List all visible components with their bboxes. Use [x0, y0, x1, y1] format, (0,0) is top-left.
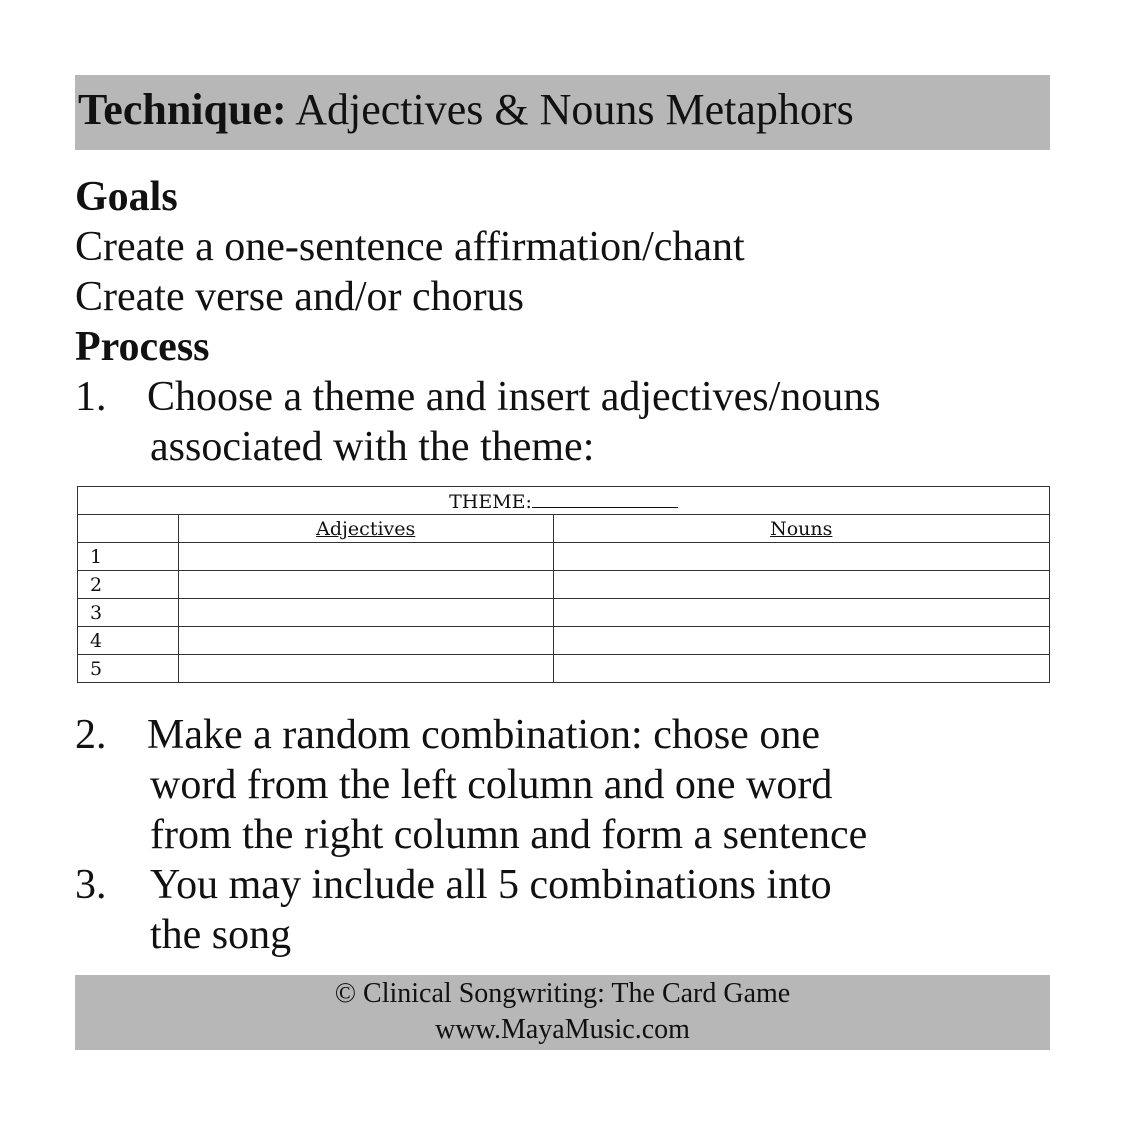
adjective-cell[interactable] — [177, 542, 554, 571]
adjective-cell[interactable] — [177, 598, 554, 627]
adjective-cell[interactable] — [177, 654, 554, 683]
adjective-cell[interactable] — [177, 570, 554, 599]
noun-cell[interactable] — [552, 626, 1051, 655]
noun-cell[interactable] — [552, 542, 1051, 571]
goal-item: Create verse and/or chorus — [75, 274, 524, 320]
noun-cell[interactable] — [552, 598, 1051, 627]
noun-cell[interactable] — [552, 570, 1051, 599]
table-row: 1 — [77, 542, 1051, 571]
theme-row: THEME: — [77, 486, 1050, 515]
theme-label: THEME: — [449, 490, 532, 513]
goals-heading: Goals — [75, 174, 178, 220]
step-number: 2. — [75, 712, 107, 758]
card-title: Technique: Adjectives & Nouns Metaphors — [78, 85, 854, 135]
goals-process-section: Goals Create a one-sentence affirmation/… — [75, 172, 1050, 472]
header-bar: Technique: Adjectives & Nouns Metaphors — [75, 75, 1050, 150]
goal-item: Create a one-sentence affirmation/chant — [75, 224, 745, 270]
table-row: 5 — [77, 654, 1051, 683]
step-number: 1. — [75, 374, 107, 420]
copyright-text: © Clinical Songwriting: The Card Game — [334, 978, 791, 1009]
table-row: 2 — [77, 570, 1051, 599]
website-link[interactable]: www.MayaMusic.com — [75, 1012, 1050, 1048]
process-step-2: 2. Make a random combination: chose one … — [75, 710, 1050, 860]
header-cell-nouns: Nouns — [552, 514, 1051, 543]
table-row: 3 — [77, 598, 1051, 627]
process-step-3: 3. You may include all 5 combinations in… — [75, 860, 1050, 960]
table-header-row: Adjectives Nouns — [77, 514, 1051, 543]
step-text: associated with the theme: — [150, 424, 595, 470]
step-number: 3. — [75, 862, 107, 908]
theme-blank-line — [531, 489, 678, 508]
noun-cell[interactable] — [552, 654, 1051, 683]
header-cell-adjectives: Adjectives — [177, 514, 554, 543]
row-number: 4 — [77, 626, 179, 655]
row-number: 5 — [77, 654, 179, 683]
step-text: Make a random combination: chose one — [147, 712, 820, 758]
step-text: the song — [150, 912, 292, 958]
row-number: 1 — [77, 542, 179, 571]
technique-name: Adjectives & Nouns Metaphors — [295, 85, 854, 134]
adjective-cell[interactable] — [177, 626, 554, 655]
footer-bar: © Clinical Songwriting: The Card Game ww… — [75, 975, 1050, 1050]
row-number: 2 — [77, 570, 179, 599]
row-number: 3 — [77, 598, 179, 627]
process-step-1: 1. Choose a theme and insert adjectives/… — [75, 372, 1050, 472]
theme-cell[interactable]: THEME: — [77, 486, 1050, 515]
technique-label: Technique: — [78, 85, 287, 134]
theme-table: THEME: Adjectives Nouns 1 2 3 4 5 — [77, 486, 1051, 683]
process-steps-continued: 2. Make a random combination: chose one … — [75, 710, 1050, 960]
step-text: Choose a theme and insert adjectives/nou… — [147, 374, 881, 420]
process-heading: Process — [75, 324, 210, 370]
table-row: 4 — [77, 626, 1051, 655]
step-text: from the right column and form a sentenc… — [150, 812, 868, 858]
header-cell-index — [77, 514, 179, 543]
step-text: You may include all 5 combinations into — [150, 862, 832, 908]
step-text: word from the left column and one word — [150, 762, 833, 808]
